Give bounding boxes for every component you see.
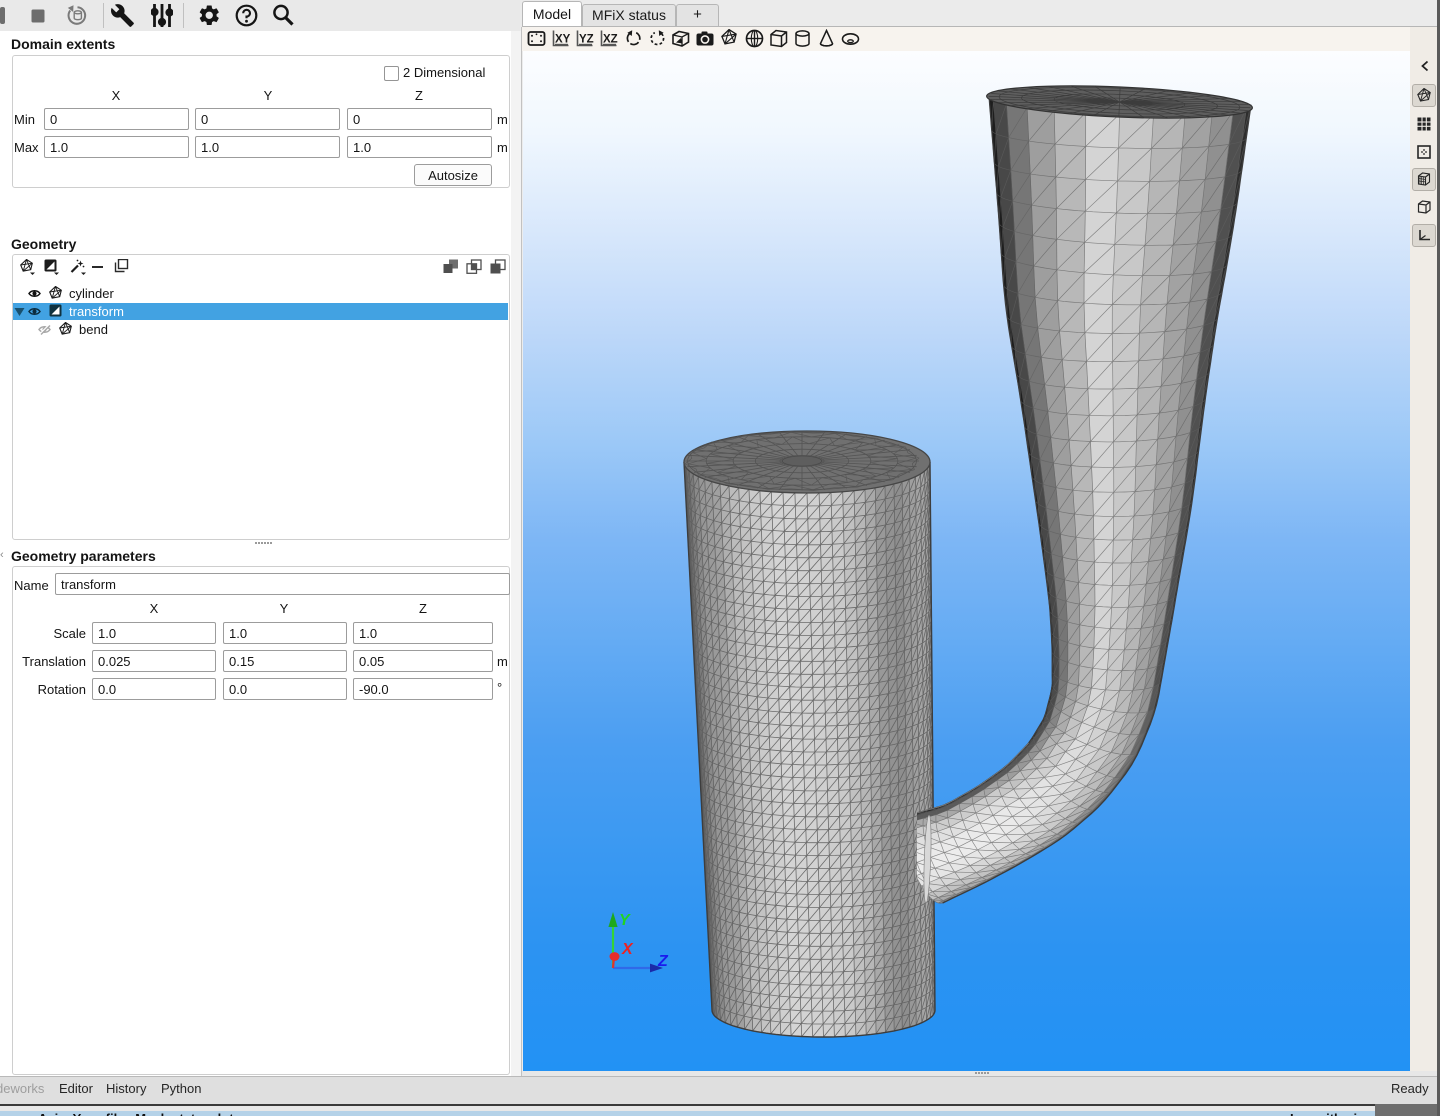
- svg-text:X: X: [621, 941, 634, 958]
- svg-text:XY: XY: [555, 34, 571, 46]
- svg-text:Y: Y: [619, 912, 631, 929]
- svg-text:YZ: YZ: [579, 34, 594, 46]
- svg-text:Z: Z: [657, 953, 669, 970]
- svg-text:XZ: XZ: [603, 34, 618, 46]
